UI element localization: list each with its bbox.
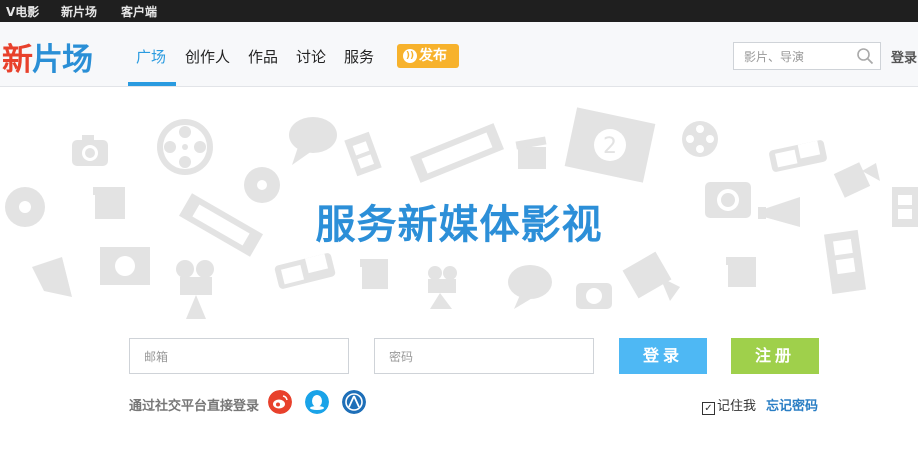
film-strip-icon (344, 131, 382, 177)
remember-checkbox[interactable]: ✓ (702, 402, 715, 415)
register-button[interactable]: 注册 (731, 338, 819, 374)
search-icon[interactable] (856, 47, 874, 65)
projector-icon (176, 260, 214, 319)
logo-part-2: 片场 (32, 42, 93, 78)
clapperboard-icon (360, 259, 388, 289)
camera-icon (576, 283, 612, 309)
nav-tab-square[interactable]: 广场 (136, 46, 166, 67)
topbar-link-xinpianchang[interactable]: 新片场 (61, 3, 97, 20)
3d-glasses-icon (769, 140, 827, 172)
svg-text:2: 2 (603, 134, 617, 159)
logo-part-1: 新 (2, 42, 33, 78)
email-input[interactable] (142, 340, 336, 374)
banner-slogan: 服务新媒体影视 (315, 202, 603, 248)
password-field-box (374, 338, 594, 374)
nav-tab-works[interactable]: 作品 (248, 46, 278, 67)
nav-active-underline (128, 82, 176, 86)
topbar-link-client[interactable]: 客户端 (121, 3, 157, 20)
3d-glasses-icon (274, 253, 336, 289)
film-reel-icon (157, 119, 213, 175)
clapperboard-icon (515, 136, 547, 169)
film-reel-icon (682, 121, 718, 157)
logo[interactable]: 新片场 (2, 34, 93, 79)
password-input[interactable] (387, 340, 581, 374)
speech-bubble-icon (289, 117, 337, 165)
remember-label: 记住我 (717, 399, 757, 414)
remember-me[interactable]: ✓ 记住我 (702, 395, 756, 415)
nav-tab-creators[interactable]: 创作人 (185, 46, 230, 67)
projector-icon (428, 266, 457, 309)
film-strip-icon (410, 123, 504, 183)
qq-icon[interactable] (305, 390, 329, 414)
social-login-label: 通过社交平台直接登录 (129, 399, 260, 414)
camera-icon (72, 135, 108, 166)
forgot-password-link[interactable]: 忘记密码 (766, 395, 818, 414)
clapperboard-icon (726, 257, 756, 287)
video-camera-icon (622, 251, 680, 301)
speech-bubble-icon (508, 265, 552, 309)
search-input[interactable] (742, 44, 858, 70)
nav-tab-discuss[interactable]: 讨论 (296, 46, 326, 67)
topbar-link-vmovie[interactable]: V电影 (6, 3, 39, 20)
broadcast-icon: )) (403, 49, 417, 63)
login-button[interactable]: 登录 (619, 338, 707, 374)
email-field-box (129, 338, 349, 374)
megaphone-icon (32, 257, 72, 297)
header-login-link[interactable]: 登录 (891, 47, 917, 66)
publish-button[interactable]: )) 发布 (397, 44, 459, 68)
publish-label: 发布 (419, 48, 447, 64)
film-frame-icon (100, 247, 150, 285)
renren-icon[interactable] (342, 390, 366, 414)
nav-tab-services[interactable]: 服务 (344, 46, 374, 67)
film-frame-icon: 2 (564, 107, 656, 183)
weibo-icon[interactable] (268, 390, 292, 414)
top-bar: V电影 新片场 客户端 (0, 0, 918, 22)
search-box (733, 42, 881, 70)
header: 新片场 广场 创作人 作品 讨论 服务 )) 发布 登录 (0, 22, 918, 87)
